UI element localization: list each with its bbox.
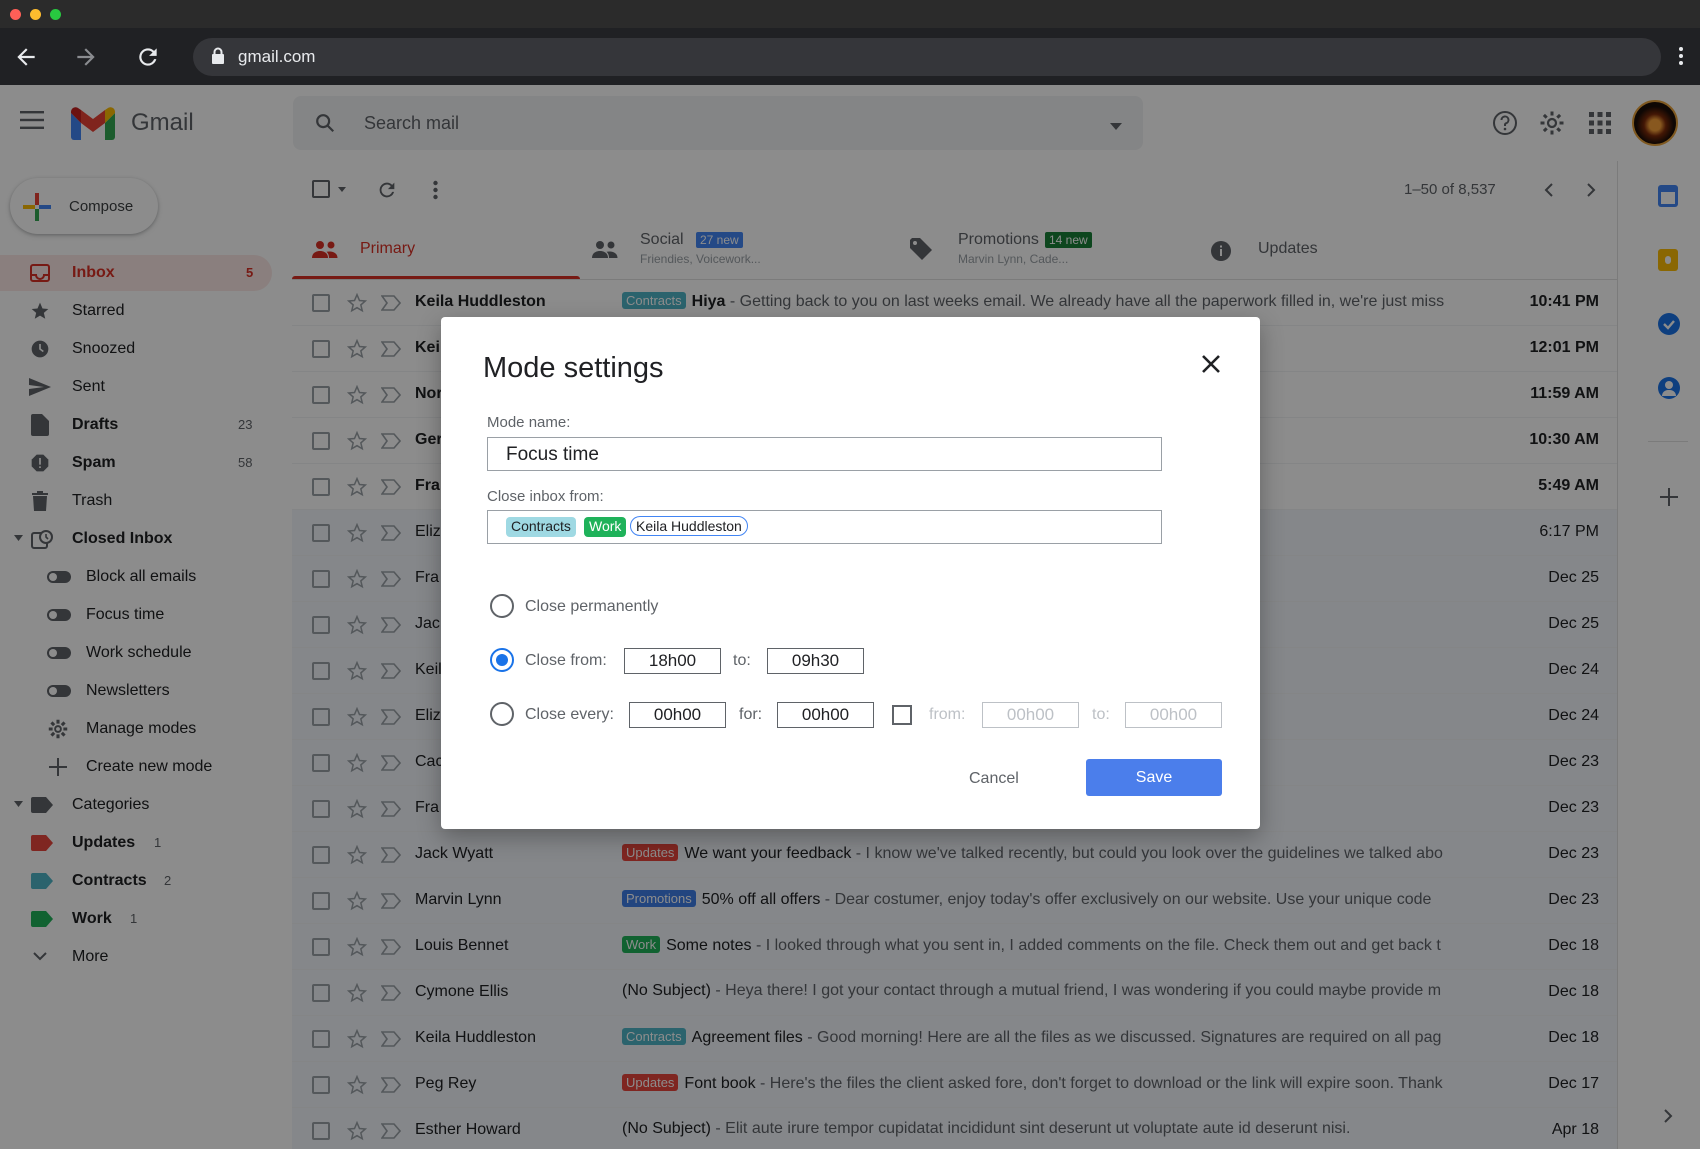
chip-work[interactable]: Work: [584, 517, 627, 537]
mode-settings-dialog: Mode settings Mode name: Focus time Clos…: [441, 317, 1260, 829]
close-from-radio[interactable]: [490, 648, 514, 672]
from-label: from:: [929, 706, 966, 723]
minimize-window-icon[interactable]: [30, 9, 41, 20]
window-to-input[interactable]: 00h00: [1125, 702, 1222, 728]
browser-menu-icon[interactable]: [1678, 46, 1684, 71]
dialog-title: Mode settings: [483, 352, 664, 384]
to-label: to:: [733, 652, 751, 669]
to-label-disabled: to:: [1092, 706, 1110, 723]
browser-titlebar: [0, 0, 1700, 28]
address-bar[interactable]: [193, 38, 1661, 76]
forward-icon[interactable]: [71, 42, 101, 72]
window-from-input[interactable]: 00h00: [982, 702, 1079, 728]
close-from-label: Close from:: [525, 652, 607, 669]
close-inbox-from-input[interactable]: Contracts Work Keila Huddleston: [487, 510, 1162, 544]
mode-name-label: Mode name:: [487, 414, 571, 431]
close-every-label: Close every:: [525, 706, 614, 723]
close-every-input[interactable]: 00h00: [629, 702, 726, 728]
chip-contracts[interactable]: Contracts: [506, 517, 576, 537]
back-icon[interactable]: [11, 42, 41, 72]
cancel-button[interactable]: Cancel: [969, 770, 1019, 788]
time-window-checkbox[interactable]: [892, 705, 912, 725]
close-inbox-from-label: Close inbox from:: [487, 488, 604, 505]
lock-icon: [211, 47, 225, 70]
close-permanently-label: Close permanently: [525, 598, 659, 615]
close-every-radio[interactable]: [490, 702, 514, 726]
close-window-icon[interactable]: [10, 9, 21, 20]
duration-input[interactable]: 00h00: [777, 702, 874, 728]
reload-icon[interactable]: [133, 42, 163, 72]
close-from-start-input[interactable]: 18h00: [624, 648, 721, 674]
mode-name-input[interactable]: Focus time: [487, 437, 1162, 471]
for-label: for:: [739, 706, 763, 723]
url-text[interactable]: gmail.com: [238, 47, 315, 67]
close-from-end-input[interactable]: 09h30: [767, 648, 864, 674]
save-button[interactable]: Save: [1086, 759, 1222, 796]
close-icon[interactable]: [1198, 351, 1224, 377]
mode-name-value: Focus time: [506, 444, 599, 465]
maximize-window-icon[interactable]: [50, 9, 61, 20]
chip-contact[interactable]: Keila Huddleston: [630, 516, 748, 536]
close-permanently-radio[interactable]: [490, 594, 514, 618]
